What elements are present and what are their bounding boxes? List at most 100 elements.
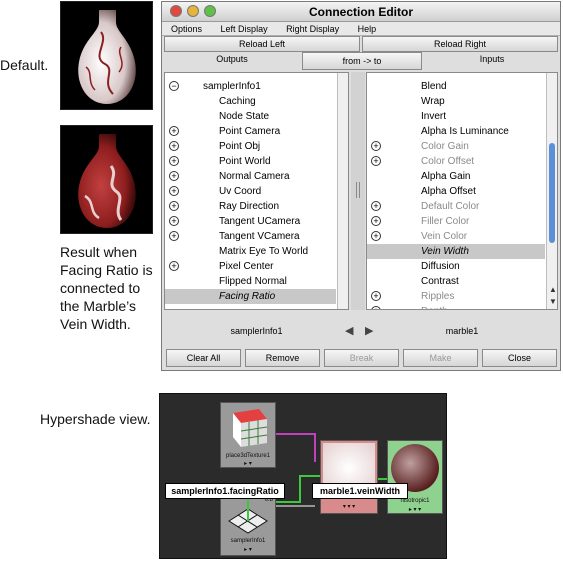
make-button[interactable]: Make (403, 349, 478, 367)
inputs-scrollbar[interactable]: ▲ ▼ (546, 73, 557, 309)
outputs-list-row-label: Flipped Normal (219, 276, 287, 287)
menu-right-display[interactable]: Right Display (286, 24, 339, 34)
clear-all-button[interactable]: Clear All (166, 349, 241, 367)
inputs-list-row-label: Diffusion (421, 261, 460, 272)
inputs-list-row-label: Alpha Is Luminance (421, 126, 509, 137)
facing-ratio-callout: samplerInfo1.facingRatio (165, 483, 285, 499)
pane-splitter[interactable] (351, 72, 365, 310)
samplerinfo-node[interactable]: 0.8 samplerInfo1 ▸ ▾ (220, 494, 276, 556)
scroll-up-icon[interactable]: ▲ (549, 285, 557, 294)
outputs-list-row-label: samplerInfo1 (203, 81, 261, 92)
inputs-list-row[interactable]: Alpha Is Luminance (367, 124, 545, 139)
outputs-list-row[interactable]: Flipped Normal (165, 274, 336, 289)
outputs-list-row-label: Matrix Eye To World (219, 246, 309, 257)
outputs-list-row-label: Point Obj (219, 141, 261, 152)
inputs-list-row[interactable]: + Ripples (367, 289, 545, 304)
expand-icon[interactable]: + (371, 141, 381, 151)
expand-icon[interactable]: + (169, 231, 179, 241)
place3d-node-ports: ▸ ▾ (244, 461, 252, 467)
inputs-list-row[interactable]: + Color Gain (367, 139, 545, 154)
outputs-list-row[interactable]: Matrix Eye To World (165, 244, 336, 259)
menu-left-display[interactable]: Left Display (221, 24, 268, 34)
inputs-list-row[interactable]: Alpha Offset (367, 184, 545, 199)
inputs-list-row[interactable]: Alpha Gain (367, 169, 545, 184)
place3d-node-label: place3dTexture1 (225, 453, 271, 459)
inputs-list-row[interactable]: Wrap (367, 94, 545, 109)
result-caption-line: Vein Width. (60, 316, 131, 332)
outputs-list-row-label: Tangent VCamera (219, 231, 300, 242)
outputs-list-row[interactable]: + Tangent VCamera (165, 229, 336, 244)
expand-icon[interactable]: + (371, 291, 381, 301)
expand-icon[interactable]: + (371, 201, 381, 211)
outputs-list-row[interactable]: + Tangent UCamera (165, 214, 336, 229)
anisotropic-node[interactable]: nisotropic1 ▸ ▾ ▾ (387, 440, 443, 514)
inputs-list-row-label: Blend (421, 81, 447, 92)
break-button[interactable]: Break (324, 349, 399, 367)
inputs-list-row[interactable]: Contrast (367, 274, 545, 289)
outputs-scrollbar[interactable] (337, 73, 348, 309)
inputs-scroll-thumb[interactable] (549, 143, 555, 243)
direction-toggle-button[interactable]: from -> to (302, 52, 422, 70)
result-caption-line: the Marble’s (60, 298, 137, 314)
inputs-list-row-label: Alpha Offset (421, 186, 476, 197)
inputs-list-row-label: Vein Color (421, 231, 468, 242)
outputs-list-row[interactable]: − samplerInfo1 (165, 79, 336, 94)
expand-icon[interactable]: + (169, 126, 179, 136)
inputs-list-row[interactable]: Invert (367, 109, 545, 124)
remove-button[interactable]: Remove (245, 349, 320, 367)
inputs-list[interactable]: Blend Wrap Invert Alpha Is Luminance + Color … (366, 72, 558, 310)
expand-icon[interactable]: + (169, 171, 179, 181)
expand-icon[interactable]: + (371, 231, 381, 241)
expand-icon[interactable]: + (169, 141, 179, 151)
expand-icon[interactable]: + (169, 156, 179, 166)
swap-left-arrow-icon[interactable]: ◀ (345, 324, 353, 337)
outputs-list-row[interactable]: + Point World (165, 154, 336, 169)
reload-left-button[interactable]: Reload Left (164, 36, 360, 52)
menu-help[interactable]: Help (358, 24, 377, 34)
expand-icon[interactable]: + (169, 261, 179, 271)
expand-icon[interactable]: + (169, 186, 179, 196)
inputs-list-row[interactable]: + Vein Color (367, 229, 545, 244)
left-node-name: samplerInfo1 (230, 326, 283, 336)
outputs-list-row[interactable]: + Uv Coord (165, 184, 336, 199)
outputs-list-row[interactable]: + Ray Direction (165, 199, 336, 214)
inputs-list-row[interactable]: + Filler Color (367, 214, 545, 229)
outputs-list-row[interactable]: Facing Ratio (165, 289, 336, 304)
inputs-list-row-label: Contrast (421, 276, 459, 287)
inputs-list-row[interactable]: Vein Width (367, 244, 545, 259)
marble-node[interactable]: ▾ ▾ ▾ (320, 440, 378, 514)
inputs-list-row[interactable]: Diffusion (367, 259, 545, 274)
outputs-list-row[interactable]: + Point Camera (165, 124, 336, 139)
outputs-list[interactable]: − samplerInfo1 Caching Node State + Point Cam… (164, 72, 349, 310)
outputs-list-row-label: Tangent UCamera (219, 216, 301, 227)
inputs-list-row-label: Alpha Gain (421, 171, 471, 182)
inputs-list-row[interactable]: + Color Offset (367, 154, 545, 169)
expand-icon[interactable]: + (371, 306, 381, 309)
hypershade-view[interactable]: place3dTexture1 ▸ ▾ ▾ ▾ ▾ nisotropic1 ▸ … (159, 393, 447, 559)
outputs-list-row[interactable]: Node State (165, 109, 336, 124)
scroll-down-icon[interactable]: ▼ (549, 297, 557, 306)
inputs-list-row[interactable]: Blend (367, 79, 545, 94)
outputs-list-row[interactable]: + Normal Camera (165, 169, 336, 184)
reload-right-button[interactable]: Reload Right (362, 36, 558, 52)
result-vase-image (60, 125, 153, 234)
expand-icon[interactable]: + (371, 216, 381, 226)
inputs-list-row-label: Ripples (421, 291, 455, 302)
outputs-list-row[interactable]: + Point Obj (165, 139, 336, 154)
outputs-list-row[interactable]: + Pixel Center (165, 259, 336, 274)
menu-options[interactable]: Options (171, 24, 202, 34)
close-button[interactable]: Close (482, 349, 557, 367)
inputs-list-row-label: Color Offset (421, 156, 475, 167)
outputs-list-row[interactable]: Caching (165, 94, 336, 109)
place3dtexture-node[interactable]: place3dTexture1 ▸ ▾ (220, 402, 276, 468)
collapse-icon[interactable]: − (169, 81, 179, 91)
expand-icon[interactable]: + (169, 201, 179, 211)
inputs-list-row[interactable]: + Default Color (367, 199, 545, 214)
expand-icon[interactable]: + (169, 216, 179, 226)
outputs-list-row-label: Caching (219, 96, 256, 107)
outputs-list-row-label: Node State (219, 111, 270, 122)
inputs-list-row-label: Invert (421, 111, 447, 122)
expand-icon[interactable]: + (371, 156, 381, 166)
inputs-list-row[interactable]: + Depth (367, 304, 545, 309)
window-title: Connection Editor (309, 5, 413, 19)
